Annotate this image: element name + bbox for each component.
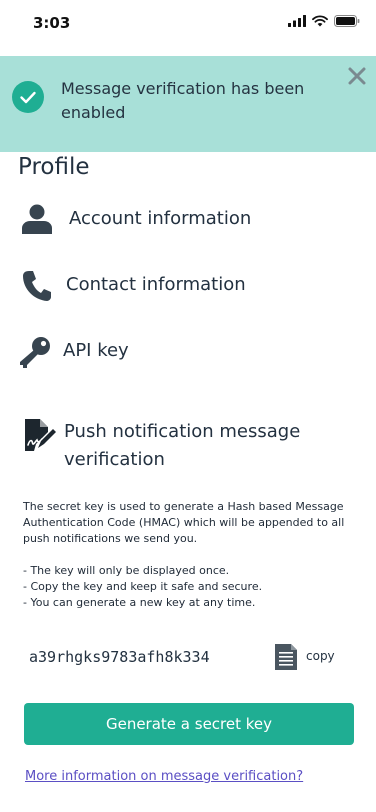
copy-label: copy [306, 649, 335, 663]
description-bullet: - The key will only be displayed once. [23, 564, 230, 577]
toast-message: Message verification has been enabled [61, 79, 305, 122]
close-icon[interactable] [346, 65, 368, 87]
document-signature-icon [25, 419, 56, 451]
menu-item-api-key[interactable]: API key [0, 328, 376, 378]
document-copy-icon [275, 644, 297, 670]
status-icons [288, 15, 360, 27]
secret-key-description: The secret key is used to generate a Has… [23, 499, 363, 611]
push-section-label: Push notification message verification [64, 421, 301, 470]
person-icon [22, 204, 52, 234]
description-bullet: - You can generate a new key at any time… [23, 596, 256, 609]
menu-item-label: Contact information [66, 274, 246, 295]
menu-item-contact-information[interactable]: Contact information [0, 262, 376, 312]
status-bar: 3:03 [0, 0, 376, 48]
key-icon [20, 337, 50, 368]
generate-secret-key-button[interactable]: Generate a secret key [24, 703, 354, 745]
description-intro: The secret key is used to generate a Has… [23, 500, 345, 545]
more-info-link[interactable]: More information on message verification… [25, 769, 303, 784]
description-bullet: - Copy the key and keep it safe and secu… [23, 580, 263, 593]
battery-icon [334, 15, 360, 27]
signal-icon [288, 15, 306, 27]
check-circle-icon [12, 81, 44, 113]
menu-item-account-information[interactable]: Account information [0, 196, 376, 246]
status-time: 3:03 [33, 14, 71, 32]
wifi-icon [312, 15, 328, 27]
secret-key-value: a39rhgks9783afh8k334 [29, 648, 210, 666]
menu-item-label: API key [63, 340, 129, 361]
menu-item-label: Account information [69, 208, 252, 229]
phone-icon [23, 271, 51, 301]
copy-button[interactable]: copy [274, 643, 335, 673]
page-title: Profile [18, 154, 90, 180]
